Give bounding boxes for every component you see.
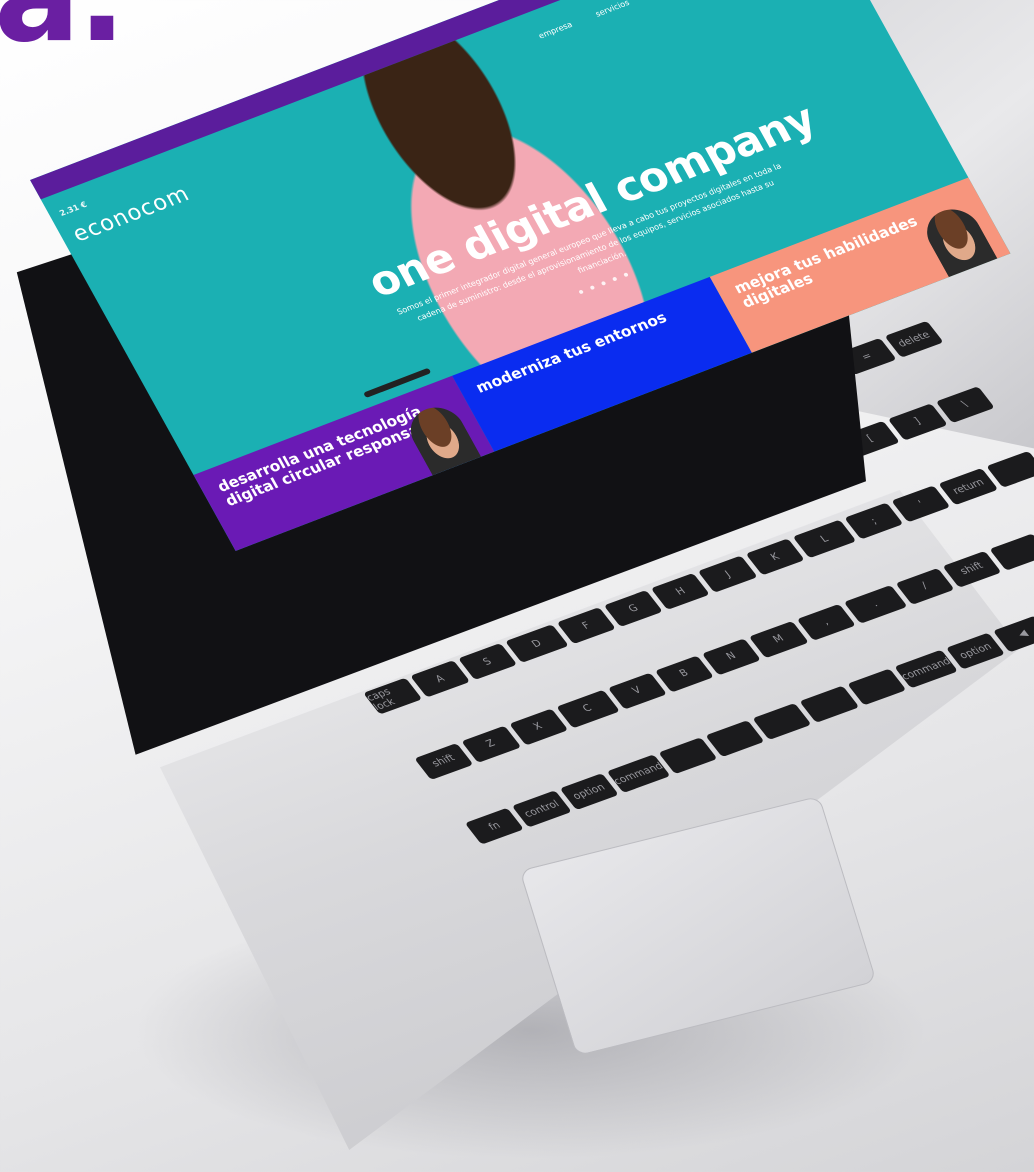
keyboard-key[interactable]: command <box>606 754 671 794</box>
keyboard-key[interactable]: option <box>559 773 619 811</box>
nav-item[interactable]: servicios <box>594 0 631 19</box>
keyboard-key[interactable]: F <box>556 607 616 645</box>
stock-ticker: 2.31 € <box>57 199 89 218</box>
keyboard-key[interactable]: ] <box>887 403 948 441</box>
keyboard-key[interactable]: K <box>745 538 805 576</box>
keyboard-key[interactable]: N <box>701 638 762 676</box>
keyboard-key[interactable]: shift <box>942 550 1002 588</box>
keyboard-key[interactable]: control <box>512 790 572 828</box>
keyboard-key[interactable]: ' <box>891 485 951 523</box>
keyboard-key[interactable]: shift <box>414 742 474 780</box>
keyboard-key[interactable]: . <box>843 584 908 624</box>
keyboard-key[interactable]: J <box>698 555 758 593</box>
keyboard-key[interactable]: caps lock <box>363 677 423 715</box>
tile-label: mejora tus habilidades digitales <box>730 212 921 312</box>
keyboard-key[interactable]: G <box>603 590 664 628</box>
headline-fragment: a: <box>0 0 128 71</box>
keyboard-key[interactable]: S <box>457 643 518 681</box>
keyboard-key[interactable]: A <box>410 660 470 698</box>
keyboard-key[interactable] <box>658 737 718 775</box>
keyboard-key[interactable]: Z <box>461 725 521 763</box>
keyboard-key[interactable]: option <box>946 632 1006 670</box>
side-tab[interactable] <box>825 0 872 1</box>
keyboard-key[interactable]: fn <box>465 807 525 845</box>
keyboard-key[interactable] <box>752 703 813 741</box>
keyboard-key[interactable]: return <box>938 468 999 506</box>
keyboard-key[interactable]: delete <box>884 320 944 358</box>
keyboard-key[interactable]: B <box>654 655 715 693</box>
keyboard-key[interactable] <box>800 686 860 724</box>
keyboard-key[interactable]: command <box>894 650 959 689</box>
keyboard-key[interactable]: V <box>607 672 667 710</box>
keyboard-key[interactable]: X <box>508 708 568 746</box>
site-logo[interactable]: econocom <box>69 182 195 248</box>
keyboard-key[interactable]: / <box>895 567 955 605</box>
keyboard-key[interactable]: D <box>504 624 569 664</box>
keyboard-key[interactable] <box>847 668 907 706</box>
keyboard-key[interactable]: H <box>651 572 711 610</box>
keyboard-key[interactable] <box>705 720 765 758</box>
keyboard-key[interactable]: \ <box>935 385 995 423</box>
keyboard-key[interactable]: C <box>555 689 620 729</box>
keyboard-key[interactable]: L <box>792 519 857 559</box>
keyboard-key[interactable]: , <box>796 603 856 641</box>
keyboard-key[interactable]: ; <box>844 502 904 540</box>
keyboard-key[interactable]: M <box>749 620 809 658</box>
